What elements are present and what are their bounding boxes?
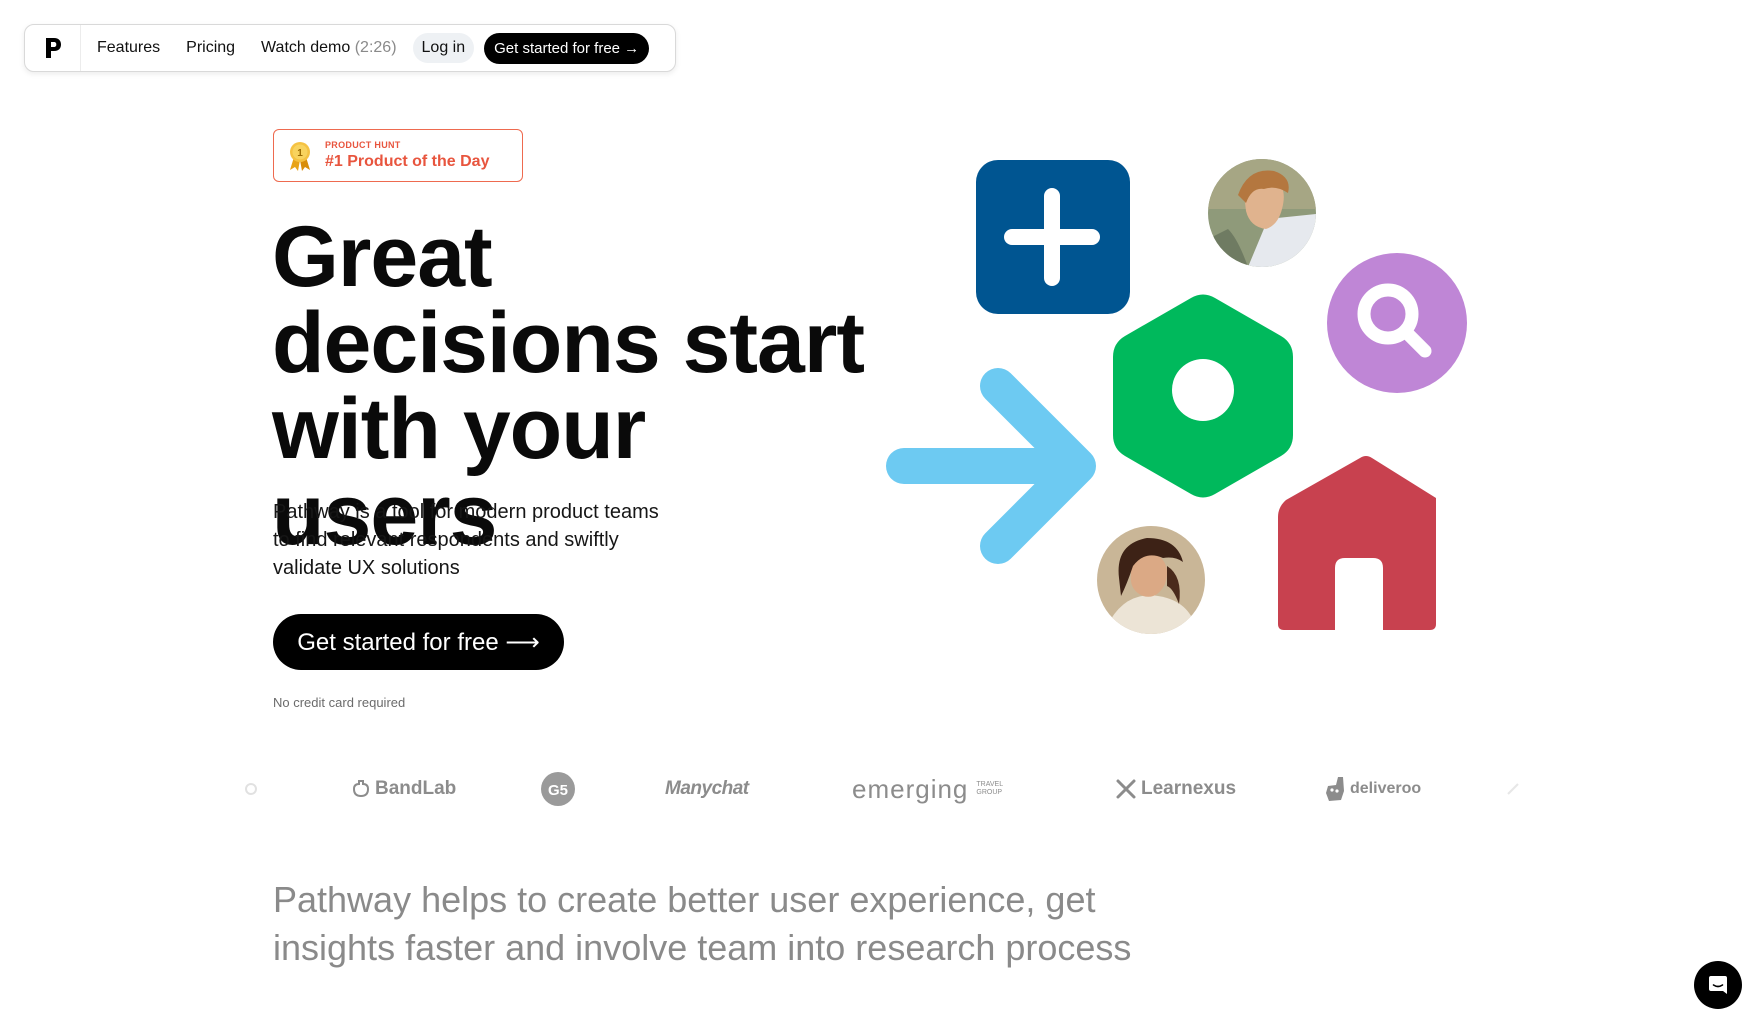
value-proposition-line: Pathway helps to create better user expe… [273,879,1096,920]
logo-bandlab: BandLab [351,764,456,814]
emerging-sub-line: TRAVEL [976,781,1004,788]
nav-watch-demo-link[interactable]: Watch demo (2:26) [261,39,396,57]
nav-pricing-link[interactable]: Pricing [186,39,235,57]
emerging-label: emerging [852,773,969,804]
deliveroo-icon [1326,777,1344,801]
learnexus-icon [1116,779,1136,799]
hero-subtitle-line: validate UX solutions [273,557,460,579]
hero-title-line: Great [272,209,493,305]
value-proposition-line: insights faster and involve team into re… [273,927,1132,968]
nav-get-started-button[interactable]: Get started for free → [484,32,650,64]
hero-title-line: decisions start [272,295,865,391]
pathway-logo-icon [45,38,61,58]
deliveroo-label: deliveroo [1350,780,1422,797]
value-proposition-text: Pathway helps to create better user expe… [273,876,1233,972]
hero-subtitle-line: Pathway is a tool for modern product tea… [273,501,659,523]
manychat-label: Manychat [665,778,749,799]
medal-icon: 1 [290,141,310,171]
chat-launcher-button[interactable] [1694,961,1742,1009]
avatar-woman [1097,526,1205,634]
badge-title: #1 Product of the Day [325,153,490,170]
emerging-sub-line: GROUP [976,789,1003,796]
hero-subtitle-line: to find relevant respondents and swiftly [273,529,619,551]
logo-fragment-right [1506,764,1526,814]
hexagon-icon [1113,294,1293,498]
no-credit-card-note: No credit card required [273,695,406,710]
medal-number: 1 [297,148,303,159]
hero-get-started-button[interactable]: Get started for free ⟶ [273,614,564,670]
demo-duration: (2:26) [354,39,397,56]
bandlab-icon [352,780,370,798]
logo-deliveroo: deliveroo [1324,764,1421,814]
partial-logo-icon [245,783,257,795]
logo-emerging: emerging TRAVEL GROUP [852,764,1003,814]
top-nav: Features Pricing Watch demo (2:26) Log i… [24,24,676,72]
arrow-right-icon [886,368,1096,564]
pathway-logo[interactable] [25,25,81,71]
badge-text: PRODUCT HUNT #1 Product of the Day [325,140,489,171]
partial-logo-icon [1507,783,1519,795]
customer-logos: BandLab G5 Manychat emerging TRAVEL GROU… [230,764,1530,814]
house-icon [1278,456,1436,630]
logo-manychat: Manychat [665,764,749,814]
watch-demo-label: Watch demo [261,39,351,56]
login-button[interactable]: Log in [412,33,475,63]
nav-features-link[interactable]: Features [97,39,160,57]
plus-icon [976,160,1130,314]
g5-icon: G5 [541,772,575,806]
badge-kicker: PRODUCT HUNT [325,140,401,150]
learnexus-label: Learnexus [1141,778,1237,799]
emerging-sub: TRAVEL GROUP [976,781,1003,797]
search-icon [1327,253,1467,393]
g5-label: G5 [548,782,568,799]
hero-subtitle: Pathway is a tool for modern product tea… [273,498,713,582]
page: Features Pricing Watch demo (2:26) Log i… [0,0,1762,1029]
product-hunt-badge[interactable]: 1 PRODUCT HUNT #1 Product of the Day [273,129,523,182]
chat-bubble-icon [1709,976,1727,994]
logo-learnexus: Learnexus [1115,764,1236,814]
logo-fragment-left [244,764,260,814]
avatar-man [1208,159,1316,267]
bandlab-label: BandLab [375,778,457,799]
logo-g5: G5 [540,764,576,814]
hero-illustration [880,150,1500,670]
